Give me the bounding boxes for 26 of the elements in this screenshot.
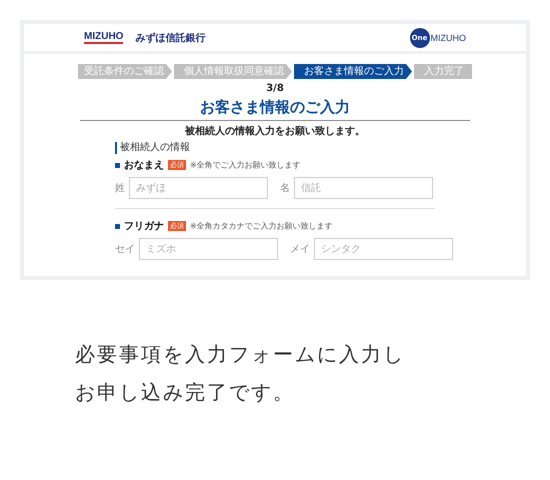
input-field[interactable]: ミズホ bbox=[139, 238, 278, 260]
bank-name: みずほ信託銀行 bbox=[135, 32, 206, 44]
lead-text: 被相続人の情報入力をお願い致します。 bbox=[185, 124, 365, 138]
caption-text: 必要事項を入力フォームに入力し お申し込み完了です。 bbox=[75, 341, 406, 406]
field-label: セイ bbox=[115, 243, 135, 256]
input-field[interactable]: みずほ bbox=[129, 177, 268, 199]
progress-step: 入力完了 bbox=[414, 64, 472, 79]
progress-count: 3/8 bbox=[266, 83, 284, 94]
field-label: 姓 bbox=[115, 182, 125, 195]
page-title: お客さま情報のご入力 bbox=[80, 98, 470, 121]
progress-step: 受託条件のご確認 bbox=[78, 64, 172, 79]
bullet-icon bbox=[115, 224, 120, 228]
input-field[interactable]: シンタク bbox=[314, 238, 453, 260]
bullet-icon bbox=[115, 162, 120, 168]
progress-step: 個人情報取扱同意確認 bbox=[174, 64, 292, 79]
logo: MIZUHO bbox=[84, 31, 124, 44]
section-heading: 被相続人の情報 bbox=[115, 142, 435, 154]
field-group-label: フリガナ bbox=[124, 220, 164, 233]
field-note: ※全角カタカナでご入力お願い致します bbox=[190, 221, 333, 232]
field-note: ※全角でご入力お願い致します bbox=[190, 160, 301, 171]
input-field[interactable]: 信託 bbox=[294, 177, 433, 199]
field-label: 名 bbox=[280, 182, 290, 195]
progress-step: お客さま情報のご入力 bbox=[294, 64, 412, 79]
field-label: メイ bbox=[290, 243, 310, 256]
field-group-label: おなまえ bbox=[124, 159, 164, 172]
logo-text: MIZUHO bbox=[430, 32, 466, 42]
